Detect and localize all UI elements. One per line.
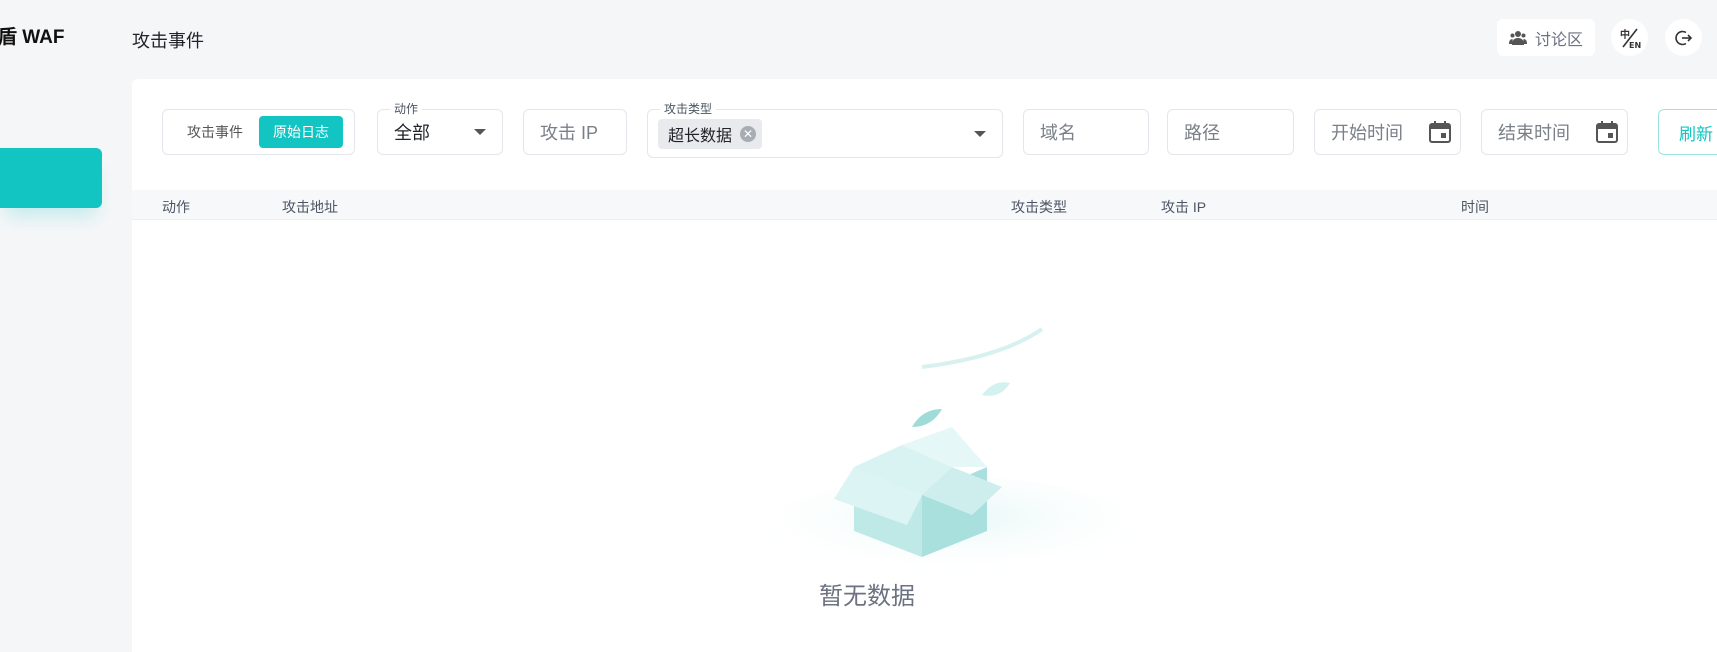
attack-type-chip-label: 超长数据 [668,127,733,145]
end-time-input[interactable]: 结束时间 [1481,109,1628,155]
mode-switch: 攻击事件 原始日志 [162,109,355,155]
end-time-placeholder: 结束时间 [1498,123,1570,143]
attack-type-select[interactable]: 攻击类型 超长数据 ✕ [647,101,1003,158]
attack-type-label: 攻击类型 [660,101,717,117]
attack-type-chip[interactable]: 超长数据 ✕ [658,118,763,149]
action-select[interactable]: 动作 全部 [377,101,503,155]
chip-remove-icon[interactable]: ✕ [740,125,757,142]
svg-text:EN: EN [1629,41,1641,49]
forum-button[interactable]: 讨论区 [1497,19,1595,56]
column-attack-type: 攻击类型 [1011,199,1067,215]
attack-ip-placeholder: 攻击 IP [540,123,599,143]
table-header: 动作 攻击地址 攻击类型 攻击 IP 时间 [132,190,1717,220]
column-attack-url: 攻击地址 [282,199,338,215]
main-card: 攻击事件 原始日志 动作 全部 攻击 IP 攻击类型 超长数据 ✕ 域名 路径 … [132,79,1717,652]
start-time-placeholder: 开始时间 [1331,123,1403,143]
sidebar-item-active[interactable] [0,148,102,208]
logout-icon [1674,30,1692,45]
users-icon [1508,30,1527,45]
action-select-label: 动作 [390,101,423,117]
language-toggle-button[interactable]: 中 EN [1611,19,1648,56]
start-time-input[interactable]: 开始时间 [1314,109,1461,155]
column-attack-ip: 攻击 IP [1161,199,1207,215]
chevron-down-icon [474,129,486,135]
column-action: 动作 [162,199,190,215]
domain-input[interactable]: 域名 [1023,109,1149,155]
empty-box-illustration [772,327,1137,567]
refresh-button[interactable]: 刷新 [1658,109,1717,155]
attack-ip-input[interactable]: 攻击 IP [523,109,627,155]
sidebar: 盾 WAF [0,0,110,652]
brand-logo-text: 盾 WAF [0,27,65,48]
language-toggle-icon: 中 EN [1620,28,1641,49]
logout-button[interactable] [1665,19,1702,56]
tab-raw-logs[interactable]: 原始日志 [259,116,343,148]
page-title: 攻击事件 [132,31,204,51]
empty-state-text: 暂无数据 [819,583,915,610]
action-select-value: 全部 [394,123,430,143]
tab-attack-events[interactable]: 攻击事件 [173,116,257,148]
path-placeholder: 路径 [1184,123,1220,143]
column-time: 时间 [1461,199,1489,215]
forum-label: 讨论区 [1534,31,1583,49]
calendar-icon[interactable] [1595,120,1619,144]
chevron-down-icon [974,131,986,137]
path-input[interactable]: 路径 [1167,109,1294,155]
calendar-icon[interactable] [1428,120,1452,144]
domain-placeholder: 域名 [1040,123,1076,143]
